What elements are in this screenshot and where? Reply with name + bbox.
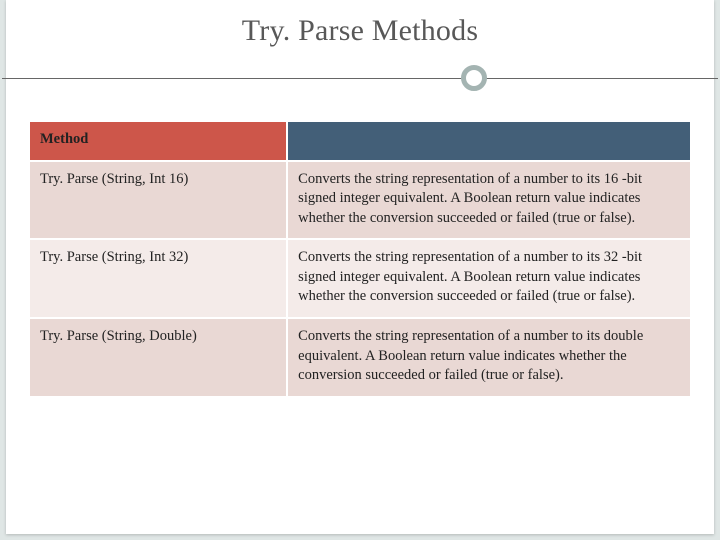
header-method: Method <box>29 121 287 161</box>
table-row: Try. Parse (String, Double) Converts the… <box>29 318 691 397</box>
method-name: Try. Parse (String, Int 16) <box>29 161 287 240</box>
slide: Try. Parse Methods Method Try. Parse (St… <box>6 0 714 534</box>
horizontal-rule <box>2 78 718 79</box>
ring-icon <box>461 65 487 91</box>
title-area: Try. Parse Methods <box>6 0 714 110</box>
method-description: Converts the string representation of a … <box>287 161 691 240</box>
header-description <box>287 121 691 161</box>
table-row: Try. Parse (String, Int 16) Converts the… <box>29 161 691 240</box>
method-name: Try. Parse (String, Double) <box>29 318 287 397</box>
methods-table: Method Try. Parse (String, Int 16) Conve… <box>28 120 692 398</box>
table-header-row: Method <box>29 121 691 161</box>
method-description: Converts the string representation of a … <box>287 318 691 397</box>
method-name: Try. Parse (String, Int 32) <box>29 239 287 318</box>
table-row: Try. Parse (String, Int 32) Converts the… <box>29 239 691 318</box>
slide-title: Try. Parse Methods <box>6 14 714 48</box>
method-description: Converts the string representation of a … <box>287 239 691 318</box>
